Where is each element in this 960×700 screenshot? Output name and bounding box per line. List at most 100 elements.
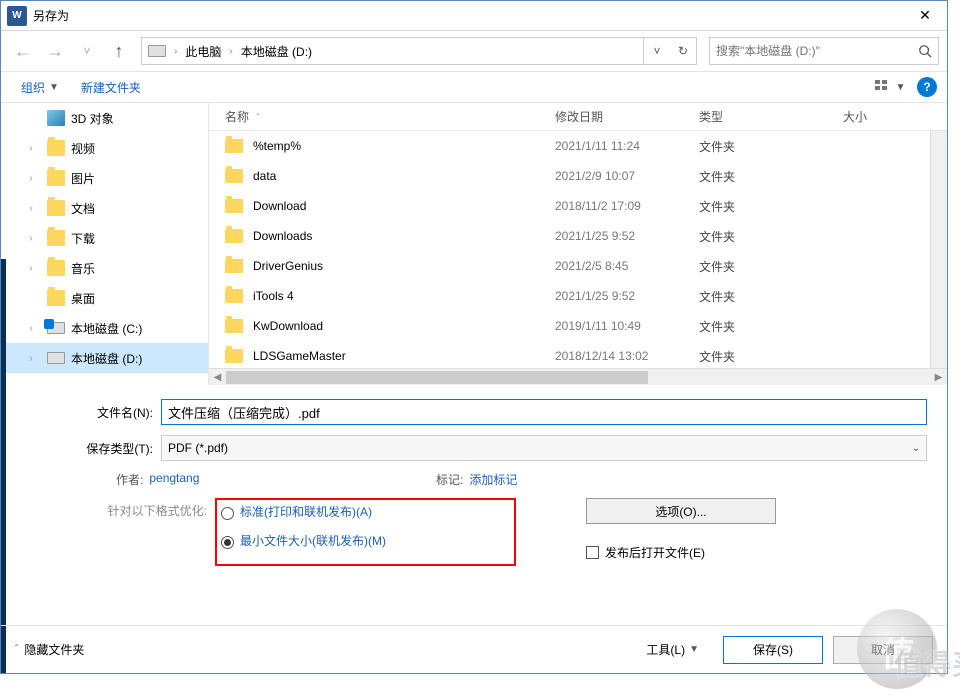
file-list[interactable]: %temp%2021/1/11 11:24文件夹data2021/2/9 10:…: [209, 131, 947, 368]
address-bar[interactable]: › 此电脑 › 本地磁盘 (D:) ˅ ↻: [141, 37, 697, 65]
save-as-dialog: W 另存为 ✕ ← → ˅ ↑ › 此电脑 › 本地磁盘 (D:) ˅ ↻: [0, 0, 948, 674]
nav-back-icon[interactable]: ←: [9, 37, 37, 65]
view-mode-icon[interactable]: ▼: [873, 75, 907, 99]
nav-forward-icon[interactable]: →: [41, 37, 69, 65]
expand-icon: ›: [25, 323, 37, 334]
folder-icon: [47, 230, 65, 246]
scroll-left-icon[interactable]: ◀: [209, 370, 226, 385]
file-row[interactable]: iTools 42021/1/25 9:52文件夹: [209, 281, 947, 311]
h-scrollbar[interactable]: ◀ ▶: [209, 368, 947, 385]
tags-value[interactable]: 添加标记: [469, 471, 517, 488]
folder-icon: [47, 290, 65, 306]
folder-icon: [47, 170, 65, 186]
col-header-name[interactable]: 名称 ˆ: [225, 108, 555, 125]
refresh-icon[interactable]: ↻: [670, 38, 696, 64]
expand-icon: ›: [25, 233, 37, 244]
file-row[interactable]: Downloads2021/1/25 9:52文件夹: [209, 221, 947, 251]
expand-icon: ›: [25, 173, 37, 184]
file-date: 2018/12/14 13:02: [555, 349, 699, 363]
hide-folders-toggle[interactable]: ˆ 隐藏文件夹: [15, 641, 84, 658]
form-area: 文件名(N): 保存类型(T): PDF (*.pdf) ⌄ 作者: pengt…: [1, 385, 947, 570]
optimize-standard-radio[interactable]: 标准(打印和联机发布)(A): [221, 504, 386, 521]
tree-item[interactable]: 3D 对象: [1, 103, 208, 133]
publish-open-checkbox[interactable]: 发布后打开文件(E): [586, 544, 776, 561]
tree-item[interactable]: › 下载: [1, 223, 208, 253]
folder-icon: [225, 229, 243, 243]
tools-label: 工具(L): [646, 641, 685, 658]
breadcrumb-item[interactable]: 此电脑: [183, 43, 223, 60]
scroll-right-icon[interactable]: ▶: [930, 370, 947, 385]
drive-icon: [47, 322, 65, 334]
file-type: 文件夹: [699, 138, 843, 155]
optimize-minimum-label: 最小文件大小(联机发布)(M): [240, 533, 386, 550]
options-button[interactable]: 选项(O)...: [586, 498, 776, 524]
col-header-date[interactable]: 修改日期: [555, 108, 699, 125]
footer: ˆ 隐藏文件夹 工具(L) ▼ 保存(S) 取消: [1, 625, 947, 673]
help-icon[interactable]: ?: [917, 77, 937, 97]
tree-item[interactable]: ›视频: [1, 133, 208, 163]
file-type: 文件夹: [699, 198, 843, 215]
author-value[interactable]: pengtang: [149, 471, 199, 488]
tree-item[interactable]: › 本地磁盘 (D:): [1, 343, 208, 373]
tree-item[interactable]: › 文档: [1, 193, 208, 223]
tree-item-label: 桌面: [71, 290, 95, 307]
tree-item-label: 本地磁盘 (D:): [71, 350, 142, 367]
address-dropdown-icon[interactable]: ˅: [644, 38, 670, 64]
col-header-type[interactable]: 类型: [699, 108, 843, 125]
filetype-select[interactable]: PDF (*.pdf) ⌄: [161, 435, 927, 461]
expand-icon: ›: [25, 203, 37, 214]
optimize-standard-label: 标准(打印和联机发布)(A): [240, 504, 372, 521]
cancel-button[interactable]: 取消: [833, 636, 933, 664]
file-row[interactable]: KwDownload2019/1/11 10:49文件夹: [209, 311, 947, 341]
folder-icon: [47, 200, 65, 216]
file-name: Download: [253, 199, 555, 213]
col-name-label: 名称: [225, 110, 249, 124]
file-date: 2018/11/2 17:09: [555, 199, 699, 213]
file-row[interactable]: Download2018/11/2 17:09文件夹: [209, 191, 947, 221]
tools-dropdown[interactable]: 工具(L) ▼: [646, 641, 699, 658]
tree-item[interactable]: ›音乐: [1, 253, 208, 283]
tree-item-label: 文档: [71, 200, 95, 217]
dialog-title: 另存为: [33, 7, 69, 24]
left-accent-bar: [1, 259, 6, 673]
main-area: 3D 对象›视频›图片›文档›下载›音乐桌面›本地磁盘 (C:)›本地磁盘 (D…: [1, 103, 947, 385]
titlebar: W 另存为 ✕: [1, 1, 947, 31]
search-box[interactable]: [709, 37, 939, 65]
tags-label: 标记:: [436, 471, 463, 488]
file-row[interactable]: LDSGameMaster2018/12/14 13:02文件夹: [209, 341, 947, 368]
file-row[interactable]: data2021/2/9 10:07文件夹: [209, 161, 947, 191]
search-icon[interactable]: [912, 44, 938, 58]
breadcrumb: › 此电脑 › 本地磁盘 (D:): [172, 43, 643, 60]
tree-item-label: 视频: [71, 140, 95, 157]
organize-button[interactable]: 组织 ▼: [11, 75, 69, 99]
breadcrumb-item[interactable]: 本地磁盘 (D:): [239, 43, 314, 60]
col-header-size[interactable]: 大小: [843, 108, 947, 125]
search-input[interactable]: [710, 44, 912, 58]
tree-item-label: 下载: [71, 230, 95, 247]
tree-item-label: 3D 对象: [71, 110, 114, 127]
checkbox-icon: [586, 546, 599, 559]
expand-icon: ›: [25, 353, 37, 364]
nav-up-icon[interactable]: ↑: [105, 37, 133, 65]
scrollbar-thumb[interactable]: [226, 371, 648, 384]
v-scrollbar[interactable]: [930, 131, 947, 368]
file-row[interactable]: %temp%2021/1/11 11:24文件夹: [209, 131, 947, 161]
nav-dropdown-icon[interactable]: ˅: [73, 37, 101, 65]
filename-input[interactable]: [161, 399, 927, 425]
folder-tree[interactable]: 3D 对象›视频›图片›文档›下载›音乐桌面›本地磁盘 (C:)›本地磁盘 (D…: [1, 103, 209, 385]
chevron-right-icon: ›: [172, 46, 179, 57]
optimize-minimum-radio[interactable]: 最小文件大小(联机发布)(M): [221, 533, 386, 550]
tree-item[interactable]: 桌面: [1, 283, 208, 313]
radio-icon: [221, 536, 234, 549]
file-row[interactable]: DriverGenius2021/2/5 8:45文件夹: [209, 251, 947, 281]
column-headers: 名称 ˆ 修改日期 类型 大小: [209, 103, 947, 131]
close-button[interactable]: ✕: [903, 1, 947, 31]
new-folder-button[interactable]: 新建文件夹: [71, 75, 151, 99]
file-area: 名称 ˆ 修改日期 类型 大小 %temp%2021/1/11 11:24文件夹…: [209, 103, 947, 385]
new-folder-label: 新建文件夹: [81, 79, 141, 96]
tree-item[interactable]: ›本地磁盘 (C:): [1, 313, 208, 343]
sort-arrow-icon: ˆ: [256, 113, 259, 124]
save-button[interactable]: 保存(S): [723, 636, 823, 664]
file-date: 2021/1/25 9:52: [555, 289, 699, 303]
tree-item[interactable]: ›图片: [1, 163, 208, 193]
